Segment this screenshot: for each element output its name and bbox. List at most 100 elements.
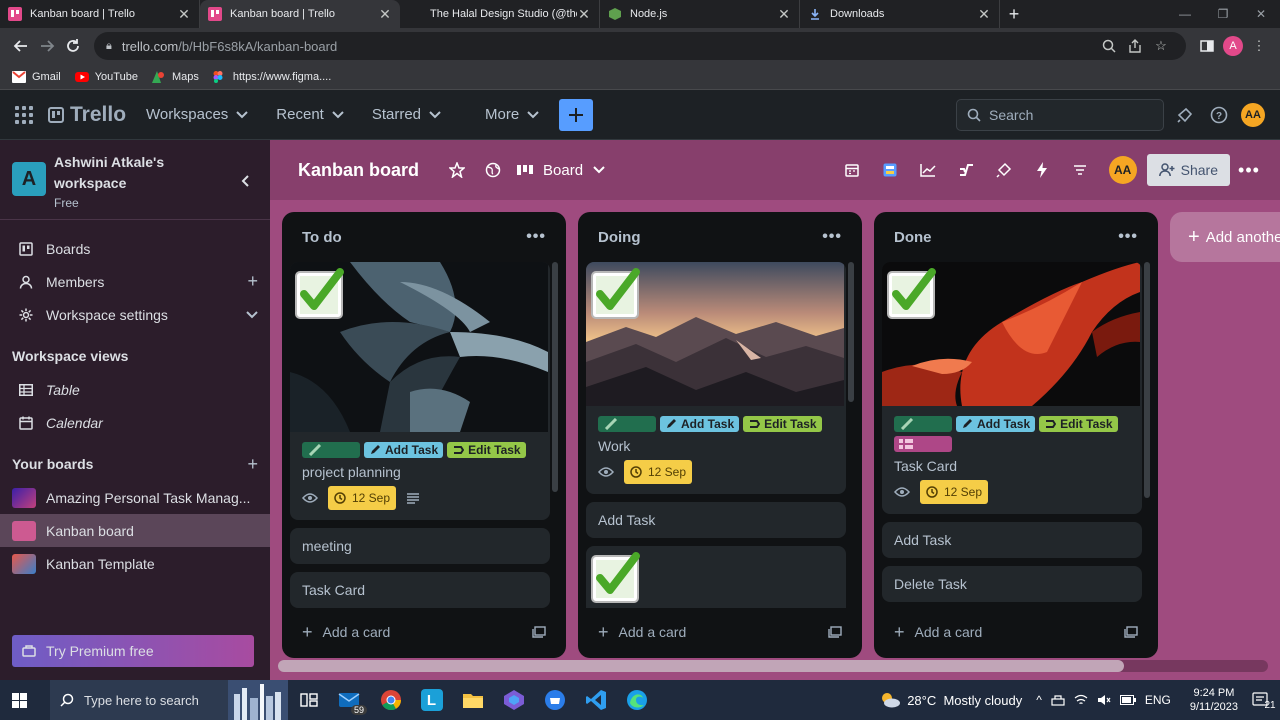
- menu-starred[interactable]: Starred: [372, 106, 441, 123]
- card-task-card-done[interactable]: Add Task Edit Task Task Card 12 Sep: [882, 262, 1142, 514]
- reload-icon[interactable]: [60, 33, 86, 59]
- edge-app-icon[interactable]: [616, 680, 657, 720]
- volume-muted-icon[interactable]: [1097, 694, 1111, 706]
- due-date-badge[interactable]: 12 Sep: [624, 460, 693, 484]
- windows-start-icon[interactable]: [12, 692, 38, 708]
- card-task-card[interactable]: Task Card: [290, 572, 550, 608]
- sidebar-board-kanban-template[interactable]: Kanban Template: [0, 547, 270, 580]
- label-green[interactable]: [894, 416, 952, 432]
- bookmark-star-icon[interactable]: ☆: [1148, 33, 1174, 59]
- card-add-task[interactable]: Add Task: [586, 502, 846, 538]
- automation-icon[interactable]: [947, 163, 985, 177]
- tab-close-icon[interactable]: ✕: [577, 6, 591, 23]
- store-app-icon[interactable]: [534, 680, 575, 720]
- sidebar-view-table[interactable]: Table: [0, 373, 270, 406]
- account-avatar[interactable]: AA: [1236, 102, 1270, 127]
- add-card-button[interactable]: + Add a card: [586, 614, 854, 650]
- card-add-task[interactable]: Add Task: [882, 522, 1142, 558]
- copilot-app-icon[interactable]: [493, 680, 534, 720]
- bookmark-figma[interactable]: https://www.figma....: [213, 70, 331, 83]
- menu-workspaces[interactable]: Workspaces: [146, 106, 249, 123]
- filter-icon[interactable]: [1061, 164, 1099, 176]
- card-project-planning[interactable]: Add Task Edit Task project planning 12 S…: [290, 262, 550, 520]
- chrome-menu-icon[interactable]: ⋮: [1246, 33, 1272, 59]
- profile-avatar[interactable]: A: [1220, 33, 1246, 59]
- trello-logo[interactable]: Trello: [48, 103, 126, 127]
- add-board-icon[interactable]: +: [247, 454, 258, 475]
- notifications-icon[interactable]: [1168, 106, 1202, 124]
- label-edit-task[interactable]: Edit Task: [743, 416, 822, 432]
- list-scrollbar[interactable]: [848, 262, 854, 402]
- due-date-badge[interactable]: 12 Sep: [328, 486, 397, 510]
- workspace-name[interactable]: Ashwini Atkale's workspace: [54, 152, 184, 194]
- task-view-icon[interactable]: [288, 680, 329, 720]
- mail-app-icon[interactable]: 59: [329, 680, 370, 720]
- card-work[interactable]: Add Task Edit Task Work 12 Sep: [586, 262, 846, 494]
- collapse-sidebar-icon[interactable]: [232, 168, 258, 194]
- star-icon[interactable]: [439, 162, 475, 178]
- wifi-icon[interactable]: [1074, 694, 1088, 706]
- card-delete-task[interactable]: Delete Task: [882, 566, 1142, 602]
- app-switcher-icon[interactable]: [14, 105, 34, 125]
- workspace-avatar[interactable]: A: [12, 162, 46, 196]
- due-date-badge[interactable]: 12 Sep: [920, 480, 989, 504]
- minimize-icon[interactable]: —: [1166, 0, 1204, 28]
- share-page-icon[interactable]: [1122, 33, 1148, 59]
- sidebar-board-amazing[interactable]: Amazing Personal Task Manag...: [0, 481, 270, 514]
- side-panel-icon[interactable]: [1194, 33, 1220, 59]
- help-icon[interactable]: ?: [1202, 106, 1236, 124]
- browser-tab-5[interactable]: Downloads ✕: [800, 0, 1000, 28]
- language-indicator[interactable]: ENG: [1145, 693, 1171, 707]
- menu-more[interactable]: More: [485, 106, 539, 123]
- card-template-icon[interactable]: [1124, 626, 1138, 638]
- browser-tab-4[interactable]: Node.js ✕: [600, 0, 800, 28]
- sidebar-item-members[interactable]: Members +: [0, 265, 270, 298]
- list-menu-icon[interactable]: •••: [1118, 228, 1138, 246]
- create-button[interactable]: [559, 98, 594, 131]
- board-title[interactable]: Kanban board: [298, 160, 419, 181]
- add-card-button[interactable]: + Add a card: [290, 614, 558, 650]
- scrollbar-thumb[interactable]: [278, 660, 1124, 672]
- add-card-button[interactable]: + Add a card: [882, 614, 1150, 650]
- maximize-icon[interactable]: ❐: [1204, 0, 1242, 28]
- butler-lightning-icon[interactable]: [1023, 162, 1061, 178]
- weather-widget[interactable]: 28°C Mostly cloudy: [879, 692, 1022, 708]
- tab-close-icon[interactable]: ✕: [177, 6, 191, 23]
- calendar-powerup-icon[interactable]: [833, 163, 871, 177]
- label-add-task[interactable]: Add Task: [364, 442, 444, 458]
- add-member-icon[interactable]: +: [247, 271, 258, 292]
- card-checkmark-cover[interactable]: [586, 546, 846, 608]
- card-template-icon[interactable]: [828, 626, 842, 638]
- label-add-task[interactable]: Add Task: [660, 416, 740, 432]
- launcher-app-icon[interactable]: L: [411, 680, 452, 720]
- bookmark-gmail[interactable]: Gmail: [12, 70, 61, 83]
- label-green[interactable]: [598, 416, 656, 432]
- chevron-up-icon[interactable]: ^: [1036, 693, 1042, 707]
- add-list-button[interactable]: + Add another list: [1170, 212, 1280, 262]
- tab-close-icon[interactable]: ✕: [777, 6, 791, 23]
- sidebar-item-boards[interactable]: Boards: [0, 232, 270, 265]
- close-window-icon[interactable]: ✕: [1242, 0, 1280, 28]
- board-view-switcher[interactable]: Board: [517, 162, 605, 179]
- menu-recent[interactable]: Recent: [276, 106, 344, 123]
- vscode-app-icon[interactable]: [575, 680, 616, 720]
- site-info-icon[interactable]: 🔒︎: [106, 40, 112, 53]
- bookmark-maps[interactable]: Maps: [151, 70, 199, 83]
- board-horizontal-scrollbar[interactable]: [278, 660, 1268, 672]
- planner-powerup-icon[interactable]: [871, 163, 909, 177]
- address-bar[interactable]: 🔒︎ trello.com/b/HbF6s8kA/kanban-board ☆: [94, 32, 1186, 60]
- list-title[interactable]: Doing: [598, 229, 641, 246]
- sidebar-view-calendar[interactable]: Calendar: [0, 406, 270, 439]
- list-title[interactable]: Done: [894, 229, 932, 246]
- file-explorer-icon[interactable]: [452, 680, 493, 720]
- search-input[interactable]: Search: [956, 98, 1164, 131]
- browser-tab-1[interactable]: Kanban board | Trello ✕: [0, 0, 200, 28]
- label-pink[interactable]: [894, 436, 952, 452]
- tab-close-icon[interactable]: ✕: [977, 6, 991, 23]
- network-icon[interactable]: [1051, 694, 1065, 706]
- list-scrollbar[interactable]: [552, 262, 558, 492]
- label-edit-task[interactable]: Edit Task: [1039, 416, 1118, 432]
- dashboard-chart-icon[interactable]: [909, 163, 947, 177]
- board-menu-icon[interactable]: •••: [1230, 160, 1268, 181]
- chrome-app-icon[interactable]: [370, 680, 411, 720]
